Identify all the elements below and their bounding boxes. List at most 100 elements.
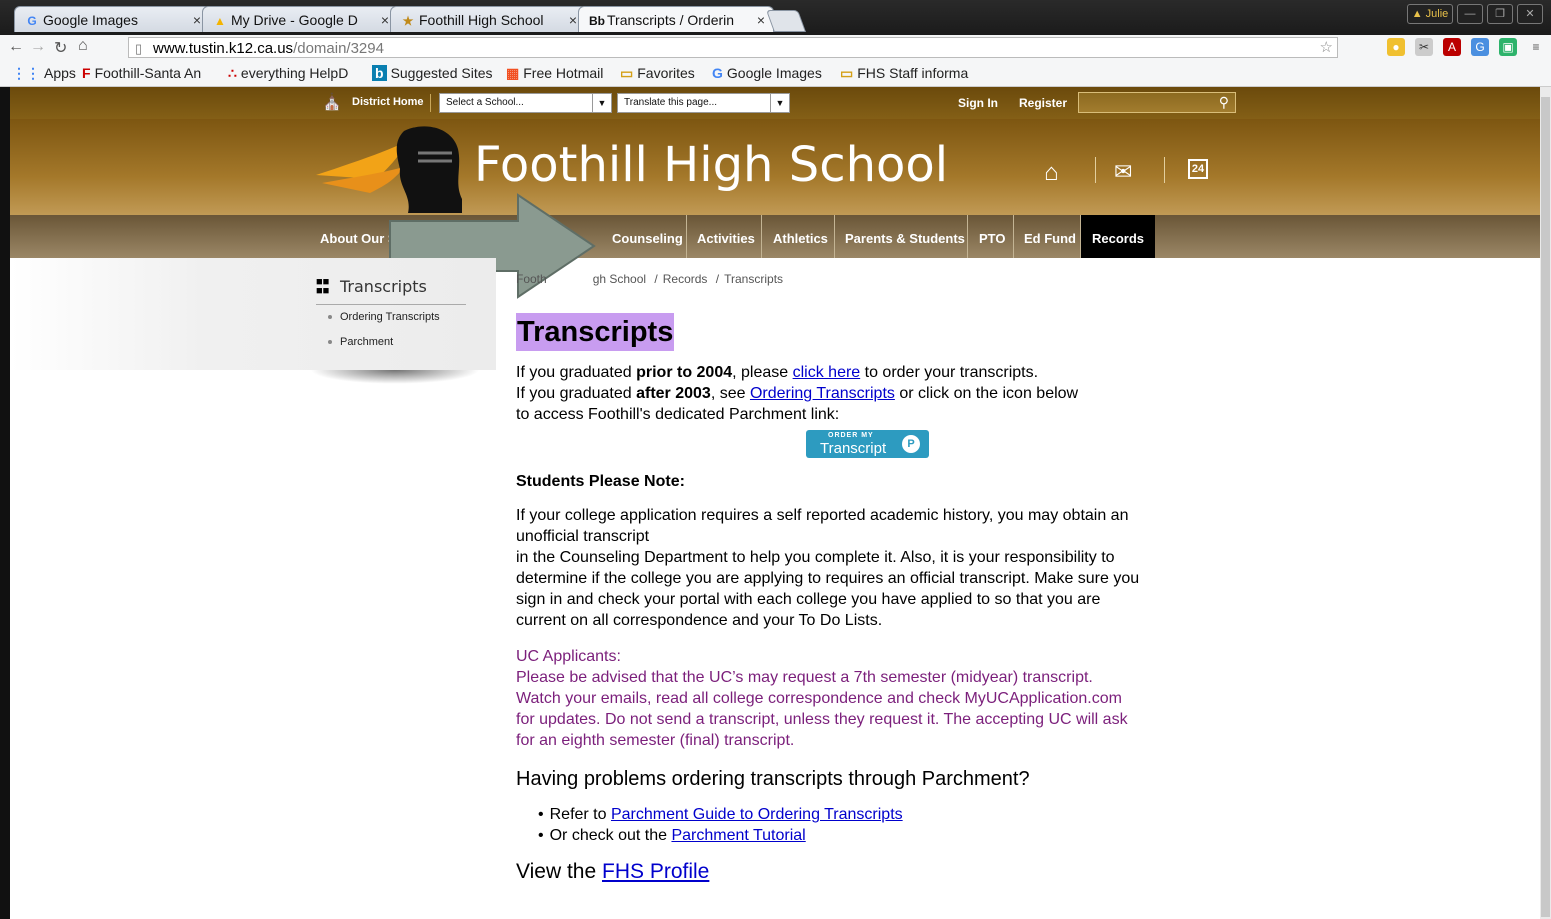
order-transcript-button[interactable]: ORDER MY Transcript P (806, 430, 929, 458)
tab-foothill[interactable]: ★ Foothill High School × (390, 6, 586, 32)
browser-toolbar: ← → ↻ ⌂ ▯ www.tustin.k12.ca.us/domain/32… (0, 35, 1551, 62)
translate-icon[interactable]: G (1471, 38, 1489, 56)
maximize-button[interactable]: ❐ (1487, 4, 1513, 24)
url-path: /domain/3294 (293, 40, 384, 57)
user-badge[interactable]: ▲ Julie (1407, 4, 1453, 24)
close-icon[interactable]: × (381, 7, 389, 32)
bullet: • (538, 827, 544, 844)
breadcrumb-school[interactable]: gh School (593, 272, 646, 286)
bookmark-suggested[interactable]: b Suggested Sites (372, 65, 493, 81)
divider (967, 215, 968, 258)
bookmark-google-images[interactable]: G Google Images (712, 65, 822, 81)
home-icon[interactable]: ⌂ (78, 37, 88, 55)
bookmark-helpdesk[interactable]: ∴ everything HelpD (228, 65, 348, 82)
pdf-icon[interactable]: A (1443, 38, 1461, 56)
close-icon[interactable]: × (757, 7, 765, 32)
bookmark-hotmail[interactable]: ▦ Free Hotmail (506, 65, 603, 82)
bookmark-label: Free Hotmail (523, 65, 604, 81)
fhs-profile-link[interactable]: FHS Profile (602, 860, 709, 883)
tab-transcripts[interactable]: Bb Transcripts / Orderin × (578, 6, 774, 32)
tab-label: Foothill High School (419, 12, 544, 28)
bookmark-staff[interactable]: ▭ FHS Staff informa (840, 65, 968, 82)
text: Refer to (549, 806, 611, 823)
note-line: sign in and check your portal with each … (516, 591, 1101, 608)
bookmark-label: Foothill-Santa An (94, 65, 202, 81)
sidebar-item-parchment[interactable]: Parchment (328, 336, 393, 348)
parchment-guide-link[interactable]: Parchment Guide to Ordering Transcripts (611, 806, 903, 823)
scrollbar-thumb[interactable] (1541, 97, 1550, 917)
nav-parents-students[interactable]: Parents & Students (845, 215, 965, 258)
sign-in-link[interactable]: Sign In (958, 96, 998, 110)
bookmark-foothill[interactable]: F Foothill-Santa An (82, 65, 201, 81)
nav-counseling[interactable]: Counseling (612, 215, 683, 258)
folder-icon: ▭ (620, 65, 634, 81)
nav-ed-fund[interactable]: Ed Fund (1024, 215, 1076, 258)
sidebar: ■■ ■■ Transcripts Ordering Transcripts Pa… (316, 258, 466, 370)
bookmark-favorites[interactable]: ▭ Favorites (620, 65, 695, 82)
bookmark-apps[interactable]: ⋮⋮ Apps (12, 65, 76, 82)
new-tab-button[interactable] (765, 10, 807, 32)
note-line: unofficial transcript (516, 528, 650, 545)
bookmark-label: FHS Staff informa (857, 65, 969, 81)
divider (316, 304, 466, 305)
blackboard-icon: Bb (589, 14, 605, 28)
search-icon[interactable]: ⚲ (1219, 93, 1229, 112)
divider (1164, 157, 1165, 183)
breadcrumb-home[interactable]: Footh (516, 272, 547, 286)
parchment-tutorial-link[interactable]: Parchment Tutorial (671, 827, 805, 844)
divider (761, 215, 762, 258)
forward-icon[interactable]: → (30, 38, 46, 56)
translate-select[interactable]: Translate this page... ▼ (617, 93, 790, 113)
mail-icon[interactable]: ✉ (1114, 159, 1132, 185)
scrollbar[interactable] (1540, 87, 1551, 919)
register-link[interactable]: Register (1019, 96, 1067, 110)
click-here-link[interactable]: click here (793, 364, 861, 381)
apps-icon: ⋮⋮ (12, 65, 40, 81)
back-icon[interactable]: ← (8, 38, 24, 56)
breadcrumb-records[interactable]: Records (663, 272, 708, 286)
close-icon[interactable]: × (193, 7, 201, 32)
breadcrumb-sep: / (654, 272, 658, 286)
note-line: in the Counseling Department to help you… (516, 549, 1115, 566)
extension-icons: ● ✂ A G ▣ ≡ (1387, 38, 1545, 56)
calendar-icon[interactable]: 24 (1188, 159, 1208, 179)
address-bar[interactable]: ▯ www.tustin.k12.ca.us/domain/3294 ☆ (128, 37, 1338, 58)
breadcrumb: Footh gh School / Records / Transcripts (516, 272, 783, 286)
drive-icon: ▲ (214, 14, 226, 28)
profile-line: View the FHS Profile (516, 860, 709, 884)
school-select[interactable]: Select a School... ▼ (439, 93, 612, 113)
text: If you graduated (516, 385, 637, 402)
bookmark-label: Apps (44, 65, 76, 81)
site-search-input[interactable]: ⚲ (1078, 92, 1236, 113)
ordering-transcripts-link[interactable]: Ordering Transcripts (750, 385, 895, 402)
nav-pto[interactable]: PTO (979, 215, 1006, 258)
nav-activities[interactable]: Activities (697, 215, 755, 258)
translate-select-value: Translate this page... (624, 97, 718, 108)
district-home-link[interactable]: District Home (352, 96, 424, 108)
reload-icon[interactable]: ↻ (54, 38, 67, 58)
tab-google-images[interactable]: G Google Images × (14, 6, 210, 32)
problems-heading: Having problems ordering transcripts thr… (516, 768, 1030, 790)
knight-icon: ★ (402, 14, 414, 28)
scissors-icon[interactable]: ✂ (1415, 38, 1433, 56)
divider (834, 215, 835, 258)
minimize-button[interactable]: — (1457, 4, 1483, 24)
star-icon[interactable]: ☆ (1320, 37, 1333, 58)
text: to order your transcripts. (860, 364, 1039, 381)
tab-my-drive[interactable]: ▲ My Drive - Google D × (202, 6, 398, 32)
nav-records[interactable]: Records (1081, 215, 1156, 258)
close-icon[interactable]: × (569, 7, 577, 32)
evernote-icon[interactable]: ▣ (1499, 38, 1517, 56)
helpdesk-icon: ∴ (228, 65, 237, 81)
text: Or check out the (549, 827, 672, 844)
home-icon[interactable]: ⌂ (1044, 159, 1059, 187)
menu-icon[interactable]: ≡ (1527, 38, 1545, 56)
close-window-button[interactable]: ✕ (1517, 4, 1543, 24)
divider (430, 94, 431, 112)
extension-icon[interactable]: ● (1387, 38, 1405, 56)
nav-athletics[interactable]: Athletics (773, 215, 828, 258)
text: If you graduated (516, 364, 637, 381)
sidebar-item-ordering-transcripts[interactable]: Ordering Transcripts (328, 311, 440, 323)
text-bold: after 2003 (636, 385, 711, 402)
badge-big-text: Transcript (820, 440, 887, 457)
